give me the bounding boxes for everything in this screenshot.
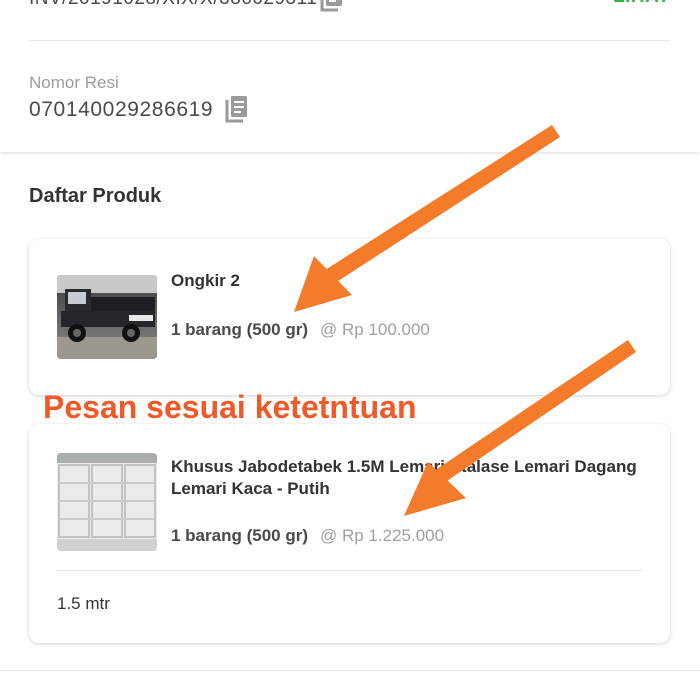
annotation-arrow-icon (404, 340, 636, 516)
